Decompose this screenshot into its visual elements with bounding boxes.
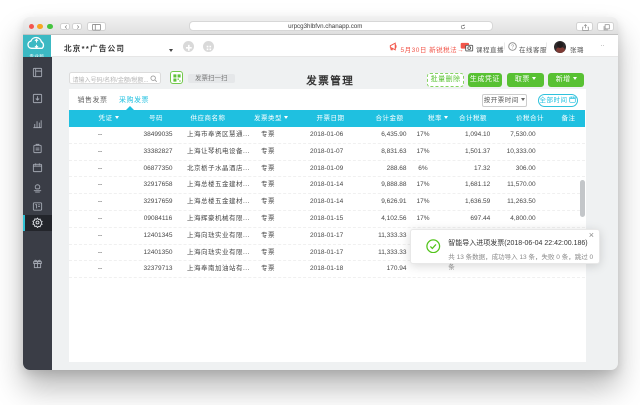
svg-text:?: ? bbox=[511, 45, 514, 51]
